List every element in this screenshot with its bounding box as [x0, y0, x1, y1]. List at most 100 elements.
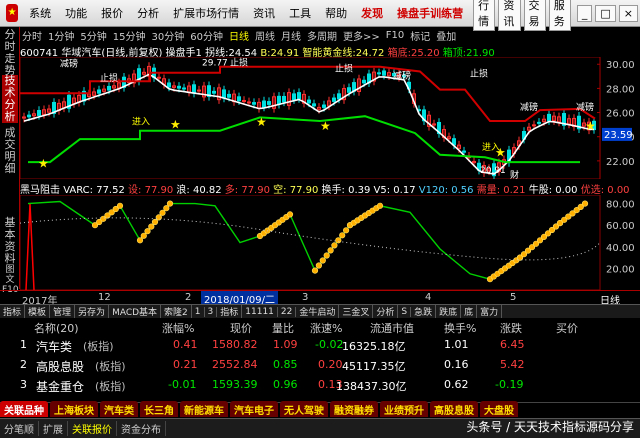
row-name: 汽车类 [36, 340, 73, 354]
indicator-chart[interactable]: 80.00 60.00 40.00 20.00 [19, 194, 640, 291]
period-timeshare[interactable]: 分时 [22, 28, 42, 43]
period-daily[interactable]: 日线 [229, 28, 249, 43]
menu-analysis[interactable]: 分析 [130, 5, 166, 21]
minimize-icon[interactable]: _ [576, 4, 593, 22]
menu-promo[interactable]: 操盘手训练营 [390, 5, 470, 21]
col-mktcap[interactable]: 流通市值 [370, 320, 414, 336]
tab-f10[interactable]: 图文F10 [2, 265, 19, 295]
col-turnover[interactable]: 换手% [444, 320, 476, 336]
tool-s[interactable]: S [398, 306, 412, 317]
menu-help[interactable]: 帮助 [318, 5, 354, 21]
period-f10[interactable]: F10 [386, 30, 404, 41]
menu-info[interactable]: 资讯 [246, 5, 282, 21]
time-label-5: 5 [510, 292, 517, 303]
candle-body [537, 121, 541, 124]
sector-tab-largecap[interactable]: 大盘股 [480, 401, 518, 417]
tool-bottom[interactable]: 跌底 [436, 305, 462, 318]
tool-1[interactable]: 1 [192, 306, 205, 317]
sector-tab-nev[interactable]: 新能源车 [180, 401, 228, 417]
tool-3[interactable]: 3 [205, 306, 218, 317]
tab-trades[interactable]: 成交明细 [2, 127, 18, 175]
col-speed[interactable]: 涨速% [310, 320, 342, 336]
bottom-extend[interactable]: 扩展 [39, 421, 68, 436]
tool-macd[interactable]: MACD基本 [109, 305, 162, 318]
menu-tools[interactable]: 工具 [282, 5, 318, 21]
indicator-bead [159, 209, 166, 216]
col-volratio[interactable]: 量比 [272, 320, 294, 336]
row-volratio: 0.96 [273, 378, 298, 391]
period-bar: 分时 1分钟 5分钟 15分钟 30分钟 60分钟 日线 周线 月线 多周期 更… [20, 27, 640, 43]
bottom-related-quote[interactable]: 关联报价 [68, 421, 117, 436]
period-monthly[interactable]: 月线 [281, 28, 301, 43]
tool-sharp-drop[interactable]: 急跌 [411, 305, 437, 318]
row-tag: (板指) [95, 360, 126, 373]
tool-di[interactable]: 底 [461, 305, 478, 318]
table-row[interactable]: 3 基金重仓 (板指) -0.01 1593.39 0.96 0.13 1384… [0, 378, 640, 396]
period-1min[interactable]: 1分钟 [48, 28, 74, 43]
table-row[interactable]: 1 汽车类 (板指) 0.41 1580.82 1.09 -0.02 16325… [0, 338, 640, 356]
period-15min[interactable]: 15分钟 [113, 28, 146, 43]
tab-technical[interactable]: 技术分析 [2, 75, 18, 123]
col-change[interactable]: 涨幅% [162, 320, 194, 336]
sector-tab-related[interactable]: 关联品种 [0, 401, 48, 417]
tab-fundamentals[interactable]: 基本资料 [2, 217, 18, 265]
row-volratio: 0.85 [273, 358, 298, 371]
sector-tab-auto[interactable]: 汽车类 [100, 401, 138, 417]
tool-bull-start[interactable]: 金牛启动 [296, 305, 340, 318]
tool-zhibiao[interactable]: 指标 [217, 305, 243, 318]
indicator-bead [327, 247, 334, 254]
period-5min[interactable]: 5分钟 [80, 28, 106, 43]
tool-11111[interactable]: 11111 [242, 306, 278, 317]
candlestick-chart[interactable]: 30.0028.0026.0024.0022.00★★★★★★减磅止损止损止损减… [19, 56, 640, 181]
sector-tab-margin[interactable]: 融资融券 [330, 401, 378, 417]
bottom-tick[interactable]: 分笔顺 [0, 421, 39, 436]
price-axis-label: 30.00 [606, 60, 635, 71]
row-turnover: 0.16 [444, 358, 469, 371]
menu-function[interactable]: 功能 [58, 5, 94, 21]
period-60min[interactable]: 60分钟 [190, 28, 223, 43]
tool-template[interactable]: 模板 [25, 305, 51, 318]
period-mark[interactable]: 标记 [410, 28, 430, 43]
period-more[interactable]: 更多>> [343, 28, 380, 43]
tool-triple-cross[interactable]: 三金叉 [339, 305, 374, 318]
candle-body [322, 104, 326, 108]
chart-annotation: 29.77 [202, 58, 228, 68]
sector-tab-yrd[interactable]: 长三角 [140, 401, 178, 417]
tool-fuli[interactable]: 富力 [477, 305, 503, 318]
tool-soros[interactable]: 索隆2 [161, 305, 192, 318]
tool-22[interactable]: 22 [278, 306, 297, 317]
col-bid[interactable]: 买价 [556, 320, 578, 336]
period-multi[interactable]: 多周期 [307, 28, 337, 43]
table-row[interactable]: 2 高股息股 (板指) 0.21 2552.84 0.85 0.20 45117… [0, 358, 640, 376]
indicator-plot[interactable]: 80.00 60.00 40.00 20.00 [19, 194, 640, 291]
menu-quote[interactable]: 报价 [94, 5, 130, 21]
indicator-axis-label: 20.00 [606, 264, 635, 275]
tool-analysis[interactable]: 分析 [373, 305, 399, 318]
period-overlay[interactable]: 叠加 [436, 28, 456, 43]
tool-manage[interactable]: 管理 [50, 305, 76, 318]
menu-system[interactable]: 系统 [22, 5, 58, 21]
menu-discover[interactable]: 发现 [354, 5, 390, 21]
tab-timeshare[interactable]: 分时走势 [2, 29, 18, 77]
sector-tab-dividend[interactable]: 高股息股 [430, 401, 478, 417]
tool-indicator[interactable]: 指标 [0, 305, 26, 318]
sector-tab-autonomous[interactable]: 无人驾驶 [280, 401, 328, 417]
tool-saveas[interactable]: 另存为 [75, 305, 110, 318]
col-diff[interactable]: 涨跌 [500, 320, 522, 336]
sector-tab-shanghai[interactable]: 上海板块 [50, 401, 98, 417]
bottom-fund-dist[interactable]: 资金分布 [117, 421, 166, 436]
period-weekly[interactable]: 周线 [255, 28, 275, 43]
price-chart[interactable]: 30.0028.0026.0024.0022.00★★★★★★减磅止损止损止损减… [19, 56, 640, 181]
sector-tab-earnings[interactable]: 业绩预升 [380, 401, 428, 417]
row-tag: (板指) [95, 380, 126, 393]
row-name: 基金重仓 [36, 380, 85, 394]
close-icon[interactable]: × [618, 4, 638, 22]
row-change: 0.21 [173, 358, 198, 371]
period-30min[interactable]: 30分钟 [151, 28, 184, 43]
chart-annotation: 减磅 [576, 101, 594, 113]
sector-tab-auto-electronics[interactable]: 汽车电子 [230, 401, 278, 417]
col-price[interactable]: 现价 [230, 320, 252, 336]
menu-extended-market[interactable]: 扩展市场行情 [166, 5, 246, 21]
col-name[interactable]: 名称(20) [34, 320, 79, 336]
maximize-icon[interactable]: □ [595, 4, 616, 22]
